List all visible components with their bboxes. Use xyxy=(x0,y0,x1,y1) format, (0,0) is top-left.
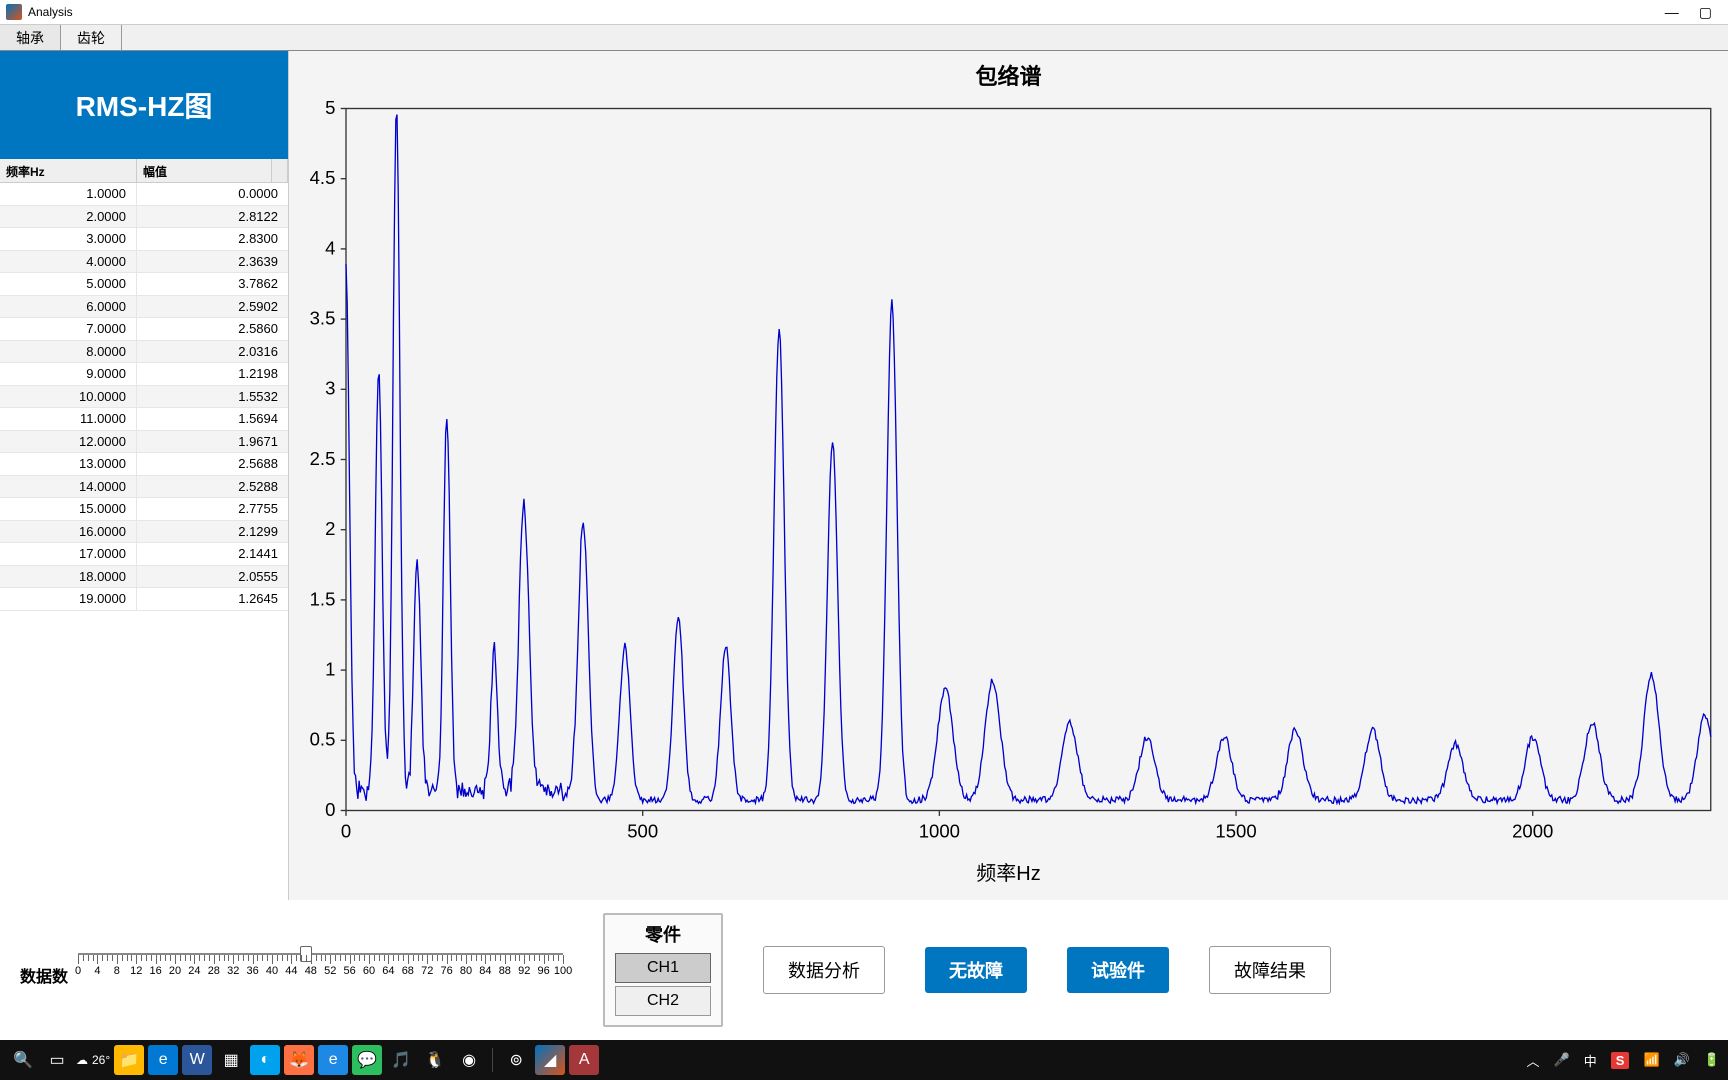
bottom-controls: 数据数 048121620242832364044485256606468727… xyxy=(0,900,1728,1040)
app-icon-1[interactable]: ▦ xyxy=(216,1045,246,1075)
svg-text:1: 1 xyxy=(325,658,335,679)
obs-icon[interactable]: ⊚ xyxy=(501,1045,531,1075)
word-icon[interactable]: W xyxy=(182,1045,212,1075)
firefox-icon[interactable]: 🦊 xyxy=(284,1045,314,1075)
svg-text:0: 0 xyxy=(341,820,351,841)
wechat-icon[interactable]: 💬 xyxy=(352,1045,382,1075)
slider-track[interactable]: 0481216202428323640444852566064687276808… xyxy=(78,953,563,979)
table-row[interactable]: 5.00003.7862 xyxy=(0,273,288,296)
rms-header: RMS-HZ图 xyxy=(0,51,288,159)
app-icon-2[interactable]: ◐ xyxy=(250,1045,280,1075)
svg-text:0: 0 xyxy=(325,799,335,820)
sogou-icon[interactable]: S xyxy=(1611,1052,1630,1069)
table-header: 频率Hz 幅值 xyxy=(0,159,288,183)
col-header-amp: 幅值 xyxy=(137,159,272,182)
no-fault-button[interactable]: 无故障 xyxy=(925,947,1027,993)
table-row[interactable]: 10.00001.5532 xyxy=(0,386,288,409)
spectrum-plot: 0 0.5 1 1.5 2 2.5 3 3.5 4 4.5 5 0 500 1000 1500 2000 xyxy=(293,95,1724,851)
svg-text:2000: 2000 xyxy=(1512,820,1553,841)
table-row[interactable]: 3.00002.8300 xyxy=(0,228,288,251)
tab-bearing[interactable]: 轴承 xyxy=(0,25,61,50)
volume-icon[interactable]: 🔊 xyxy=(1674,1052,1690,1068)
matlab-icon xyxy=(6,4,22,20)
x-axis-label: 频率Hz xyxy=(293,851,1724,896)
svg-text:500: 500 xyxy=(627,820,658,841)
access-icon[interactable]: A xyxy=(569,1045,599,1075)
tab-strip: 轴承 齿轮 xyxy=(0,25,1728,51)
svg-text:5: 5 xyxy=(325,97,335,118)
table-row[interactable]: 14.00002.5288 xyxy=(0,476,288,499)
fault-result-button[interactable]: 故障结果 xyxy=(1209,946,1331,994)
chart-area: 包络谱 0 0.5 1 1.5 2 2.5 3 3.5 4 4.5 5 0 500 1000 1500 200… xyxy=(289,51,1728,900)
table-row[interactable]: 11.00001.5694 xyxy=(0,408,288,431)
window-titlebar: Analysis — ▢ xyxy=(0,0,1728,25)
table-row[interactable]: 19.00001.2645 xyxy=(0,588,288,611)
edge-icon[interactable]: e xyxy=(148,1045,178,1075)
chart-title: 包络谱 xyxy=(293,59,1724,91)
table-row[interactable]: 13.00002.5688 xyxy=(0,453,288,476)
table-row[interactable]: 2.00002.8122 xyxy=(0,206,288,229)
tray-chevron-icon[interactable]: ︿ xyxy=(1527,1051,1540,1070)
part-box-title: 零件 xyxy=(615,921,711,947)
explorer-icon[interactable]: 📁 xyxy=(114,1045,144,1075)
svg-text:1.5: 1.5 xyxy=(310,588,336,609)
test-piece-button[interactable]: 试验件 xyxy=(1067,947,1169,993)
table-row[interactable]: 6.00002.5902 xyxy=(0,296,288,319)
app-icon-4[interactable]: 🎵 xyxy=(386,1045,416,1075)
svg-text:3.5: 3.5 xyxy=(310,307,336,328)
table-row[interactable]: 8.00002.0316 xyxy=(0,341,288,364)
svg-text:4.5: 4.5 xyxy=(310,167,336,188)
table-row[interactable]: 7.00002.5860 xyxy=(0,318,288,341)
table-row[interactable]: 16.00002.1299 xyxy=(0,521,288,544)
svg-text:4: 4 xyxy=(325,237,335,258)
svg-text:2: 2 xyxy=(325,518,335,539)
left-panel: RMS-HZ图 频率Hz 幅值 1.00000.00002.00002.8122… xyxy=(0,51,289,900)
table-body[interactable]: 1.00000.00002.00002.81223.00002.83004.00… xyxy=(0,183,288,900)
steam-icon[interactable]: ◉ xyxy=(454,1045,484,1075)
wifi-icon[interactable]: 📶 xyxy=(1643,1052,1659,1068)
table-row[interactable]: 9.00001.2198 xyxy=(0,363,288,386)
qq-icon[interactable]: 🐧 xyxy=(420,1045,450,1075)
part-option-ch2[interactable]: CH2 xyxy=(615,986,711,1016)
maximize-button[interactable]: ▢ xyxy=(1699,4,1712,21)
main-area: RMS-HZ图 频率Hz 幅值 1.00000.00002.00002.8122… xyxy=(0,51,1728,900)
table-row[interactable]: 17.00002.1441 xyxy=(0,543,288,566)
svg-text:3: 3 xyxy=(325,378,335,399)
svg-text:2.5: 2.5 xyxy=(310,448,336,469)
table-row[interactable]: 18.00002.0555 xyxy=(0,566,288,589)
table-row[interactable]: 1.00000.0000 xyxy=(0,183,288,206)
weather-widget[interactable]: ☁ 26° xyxy=(76,1053,110,1067)
battery-icon[interactable]: 🔋 xyxy=(1704,1052,1720,1068)
minimize-button[interactable]: — xyxy=(1665,4,1679,21)
slider-label: 数据数 xyxy=(20,963,68,987)
table-row[interactable]: 15.00002.7755 xyxy=(0,498,288,521)
svg-text:1500: 1500 xyxy=(1215,820,1256,841)
analyze-button[interactable]: 数据分析 xyxy=(763,946,885,994)
tab-gear[interactable]: 齿轮 xyxy=(61,25,122,50)
svg-text:0.5: 0.5 xyxy=(310,729,336,750)
svg-text:1000: 1000 xyxy=(919,820,960,841)
task-view-icon[interactable]: ▭ xyxy=(42,1045,72,1075)
app-icon-3[interactable]: e xyxy=(318,1045,348,1075)
table-row[interactable]: 4.00002.3639 xyxy=(0,251,288,274)
taskbar: 🔍 ▭ ☁ 26° 📁 e W ▦ ◐ 🦊 e 💬 🎵 🐧 ◉ ⊚ ◢ A ︿ … xyxy=(0,1040,1728,1080)
start-icon[interactable]: 🔍 xyxy=(8,1045,38,1075)
part-option-ch1[interactable]: CH1 xyxy=(615,953,711,983)
col-header-freq: 频率Hz xyxy=(0,159,137,182)
matlab-taskbar-icon[interactable]: ◢ xyxy=(535,1045,565,1075)
part-box: 零件 CH1 CH2 xyxy=(603,913,723,1027)
ime-icon[interactable]: 中 xyxy=(1584,1051,1597,1070)
window-title: Analysis xyxy=(28,5,73,19)
table-row[interactable]: 12.00001.9671 xyxy=(0,431,288,454)
slider-block: 数据数 048121620242832364044485256606468727… xyxy=(20,953,563,987)
mic-icon[interactable]: 🎤 xyxy=(1554,1052,1570,1068)
